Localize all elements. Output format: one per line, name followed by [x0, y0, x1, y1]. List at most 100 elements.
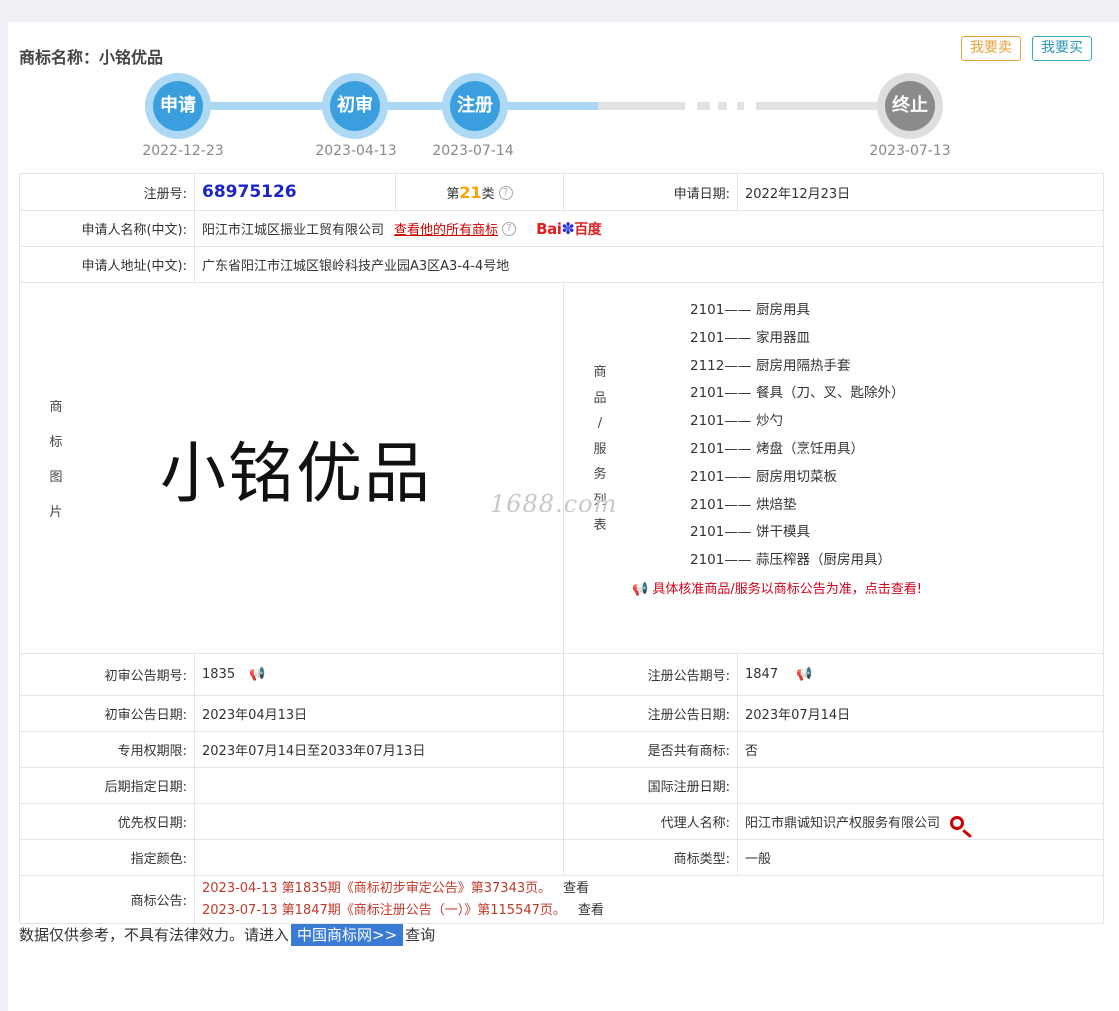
footer-prefix: 数据仅供参考，不具有法律效力。请进入 [19, 926, 290, 944]
timeline-step-apply: 申请 [145, 73, 211, 139]
table-row: 注册号: 68975126 第21类? 申请日期: 2022年12月23日 [19, 173, 1104, 211]
list-item: 2101—— 烤盘（烹饪用具） [690, 436, 990, 464]
trademark-site-link[interactable]: 中国商标网>> [291, 924, 404, 946]
list-item: 2101—— 厨房用切菜板 [690, 464, 990, 492]
announce-label: 商标公告: [19, 875, 195, 924]
image-label-char: 标 [49, 435, 63, 450]
announcement-item: 2023-04-13 第1835期《商标初步审定公告》第37343页。 查看 [202, 878, 1096, 900]
table-row: 申请人地址(中文): 广东省阳江市江城区银岭科技产业园A3区A3-4-4号地 [19, 246, 1104, 283]
type-value: 一般 [737, 839, 1104, 876]
help-icon[interactable]: ? [498, 185, 513, 200]
reg-ann-no-cell: 1847 📢 [737, 653, 1104, 696]
footer-suffix: 查询 [405, 926, 436, 944]
image-label-char: 图 [49, 470, 63, 485]
timeline-step-terminate: 终止 [877, 73, 943, 139]
list-item: 2101—— 蒜压榨器（厨房用具） [690, 547, 990, 575]
intl-date-label: 国际注册日期: [563, 767, 738, 804]
footer-disclaimer: 数据仅供参考，不具有法律效力。请进入 中国商标网>> 查询 [19, 924, 436, 946]
goods-code: 2101—— [690, 413, 752, 430]
prelim-date-label: 初审公告日期: [19, 695, 195, 732]
goods-code: 2101—— [690, 552, 752, 569]
reg-ann-date-value: 2023年07月14日 [737, 695, 1104, 732]
goods-name: 炒勺 [756, 413, 783, 430]
table-row: 商标公告: 2023-04-13 第1835期《商标初步审定公告》第37343页… [19, 875, 1104, 924]
goods-code: 2101—— [690, 329, 752, 346]
goods-code: 2101—— [690, 524, 752, 541]
table-row: 初审公告期号: 1835 📢 注册公告期号: 1847 📢 [19, 653, 1104, 696]
list-item: 2101—— 厨房用具 [690, 297, 990, 325]
type-label: 商标类型: [563, 839, 738, 876]
agent-label: 代理人名称: [563, 803, 738, 840]
goods-label-char: 务 [593, 467, 607, 482]
shared-label: 是否共有商标: [563, 731, 738, 768]
list-item: 2101—— 餐具（刀、叉、匙除外） [690, 380, 990, 408]
class-cell: 第21类? [395, 173, 564, 211]
trademark-name: 小铭优品 [99, 48, 164, 67]
list-item: 2101—— 饼干模具 [690, 519, 990, 547]
reg-ann-no-label: 注册公告期号: [563, 653, 738, 696]
table-row: 专用权期限: 2023年07月14日至2033年07月13日 是否共有商标: 否 [19, 731, 1104, 768]
later-date-label: 后期指定日期: [19, 767, 195, 804]
view-all-trademarks-link[interactable]: 查看他的所有商标 [394, 223, 498, 238]
megaphone-icon[interactable]: 📢 [796, 667, 812, 682]
goods-notice-text: 具体核准商品/服务以商标公告为准，点击查看! [652, 582, 922, 597]
announcement-item: 2023-07-13 第1847期《商标注册公告（一）》第115547页。 查看 [202, 900, 1096, 922]
prelim-no-cell: 1835 📢 [194, 653, 564, 696]
reg-ann-no-value: 1847 [745, 667, 779, 682]
color-value [194, 839, 564, 876]
goods-label-char: / [597, 416, 603, 431]
goods-name: 餐具（刀、叉、匙除外） [756, 385, 905, 402]
apply-date-label: 申请日期: [563, 173, 738, 211]
exclusive-value: 2023年07月14日至2033年07月13日 [194, 731, 564, 768]
megaphone-icon[interactable]: 📢 [249, 667, 265, 682]
trademark-image: 小铭优品 [160, 435, 432, 512]
buy-button[interactable]: 我要买 [1032, 36, 1092, 61]
image-label-char: 商 [49, 400, 63, 415]
shared-value: 否 [737, 731, 1104, 768]
goods-notice-link[interactable]: 📢 具体核准商品/服务以商标公告为准，点击查看! [632, 578, 922, 597]
exclusive-label: 专用权期限: [19, 731, 195, 768]
sell-button[interactable]: 我要卖 [961, 36, 1021, 61]
step-date: 2023-07-14 [432, 143, 514, 159]
step-date: 2023-07-13 [869, 143, 951, 159]
baidu-search-logo[interactable]: Bai✽百度 [536, 218, 602, 238]
applicant-label: 申请人名称(中文): [19, 210, 195, 247]
timeline-bar-done [178, 102, 598, 110]
class-number: 21 [459, 182, 482, 202]
timeline-step-prelim: 初审 [322, 73, 388, 139]
goods-code: 2101—— [690, 496, 752, 513]
announce-cell: 2023-04-13 第1835期《商标初步审定公告》第37343页。 查看 20… [194, 875, 1104, 924]
reg-no-cell: 68975126 [194, 173, 396, 211]
megaphone-icon: 📢 [632, 582, 649, 597]
reg-ann-date-label: 注册公告日期: [563, 695, 738, 732]
paw-icon: ✽ [561, 218, 575, 238]
step-label: 注册 [450, 81, 500, 131]
goods-code: 2101—— [690, 302, 752, 318]
baidu-logo-prefix: Bai [536, 219, 562, 238]
search-icon[interactable] [950, 816, 965, 830]
priority-value [194, 803, 564, 840]
goods-label-char: 服 [593, 441, 607, 457]
class-prefix: 第 [446, 186, 460, 202]
view-announcement-link[interactable]: 查看 [563, 881, 589, 896]
step-label: 终止 [885, 81, 935, 131]
goods-code: 2101—— [690, 385, 752, 402]
page-title: 商标名称：小铭优品 [19, 44, 163, 68]
goods-name: 蒜压榨器（厨房用具） [756, 552, 891, 569]
list-item: 2101—— 家用器皿 [690, 325, 990, 353]
prelim-no-value: 1835 [202, 667, 236, 682]
goods-name: 烘焙垫 [756, 496, 797, 513]
help-icon[interactable]: ? [502, 221, 517, 236]
title-label: 商标名称： [19, 48, 100, 67]
goods-name: 饼干模具 [756, 524, 810, 541]
view-announcement-link[interactable]: 查看 [578, 903, 604, 918]
goods-code: 2101—— [690, 440, 752, 457]
applicant-cell: 阳江市江城区振业工贸有限公司 查看他的所有商标? Bai✽百度 [194, 210, 1104, 247]
prelim-no-label: 初审公告期号: [19, 653, 195, 696]
goods-code: 2112—— [690, 357, 752, 374]
baidu-logo-suffix: 百度 [574, 221, 602, 238]
later-date-value [194, 767, 564, 804]
watermark: 1688.com [490, 490, 618, 518]
step-date: 2022-12-23 [142, 143, 224, 159]
announcement-text: 2023-07-13 第1847期《商标注册公告（一）》第115547页。 [202, 902, 566, 918]
